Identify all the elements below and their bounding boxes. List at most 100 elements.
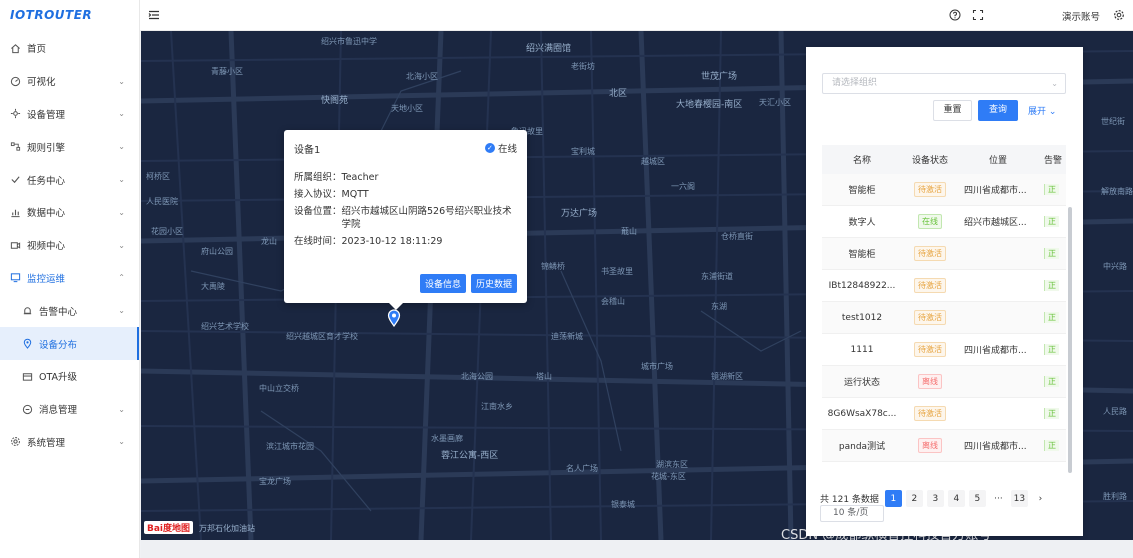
map-label: 一六阁 — [671, 182, 695, 191]
sidebar-item-alarm-center[interactable]: 告警中心 ⌄ — [0, 294, 139, 327]
map-label: 东湖 — [711, 302, 727, 311]
page-ellipsis[interactable]: ··· — [990, 490, 1007, 507]
sidebar-item-label: 消息管理 — [39, 405, 78, 417]
account-name[interactable]: 演示账号 — [1062, 9, 1100, 23]
table-scrollbar[interactable] — [1068, 207, 1072, 473]
map-label: 天汇小区 — [759, 98, 791, 107]
map-label: 迪荡新城 — [551, 332, 583, 341]
sidebar-item-label: 视频中心 — [27, 241, 66, 253]
page-number-button[interactable]: 3 — [926, 490, 944, 507]
table-row[interactable]: IBt12848922... 待激活 正 — [822, 270, 1066, 302]
device-location: 四川省成都市... — [964, 186, 1027, 196]
map-label: 江南水乡 — [481, 402, 513, 411]
table-row[interactable]: test1012 待激活 正 — [822, 302, 1066, 334]
message-icon — [22, 404, 33, 415]
alarm-badge: 正 — [1044, 216, 1059, 227]
status-cell: 离线 — [902, 438, 958, 453]
map-label: 绍兴艺术学校 — [201, 322, 249, 331]
status-badge: 待激活 — [914, 246, 946, 261]
page-size-select[interactable]: 10 条/页 — [820, 505, 884, 522]
map-label: 北海小区 — [406, 72, 438, 81]
map-label: 大地春樱园-南区 — [676, 100, 743, 110]
map-label: 中山立交桥 — [259, 384, 299, 393]
alarm-cell: 正 — [1038, 408, 1066, 419]
org-select-placeholder: 请选择组织 — [832, 78, 878, 88]
device-icon — [10, 108, 21, 119]
sidebar-item-message-management[interactable]: 消息管理 ⌄ — [0, 393, 139, 426]
status-cell: 待激活 — [902, 406, 958, 421]
alarm-cell: 正 — [1038, 280, 1066, 291]
sidebar-item-system-management[interactable]: 系统管理 ⌄ — [0, 426, 139, 459]
table-row[interactable]: 1111 待激活 四川省成都市... 正 — [822, 334, 1066, 366]
chevron-down-icon: ⌄ — [118, 306, 125, 316]
online-time-row: 在线时间： 2023-10-12 18:11:29 — [294, 235, 517, 248]
sidebar-item-data-center[interactable]: 数据中心 ⌄ — [0, 196, 139, 229]
page-number-button[interactable]: 2 — [905, 490, 923, 507]
help-icon[interactable] — [949, 9, 961, 24]
device-list-panel: 请选择组织 ⌄ 重置 查询 展开 ⌄ 名称 设备状态 位置 告警 智能柜 待激活四… — [806, 47, 1083, 536]
menu-toggle-icon[interactable] — [148, 9, 160, 21]
table-row[interactable]: 数字人 在线 绍兴市越城区... 正 — [822, 206, 1066, 238]
sidebar-item-ota-upgrade[interactable]: OTA升级 — [0, 360, 139, 393]
history-data-button[interactable]: 历史数据 — [470, 274, 517, 293]
sidebar-item-visualization[interactable]: 可视化 ⌄ — [0, 65, 139, 98]
map-label: 绍兴满圈馆 — [526, 44, 572, 54]
map-label: 湖滨东区 — [656, 460, 688, 469]
map-label: 东浦街道 — [701, 272, 733, 281]
status-badge: 离线 — [918, 374, 942, 389]
page-number-button[interactable]: 1 — [884, 490, 902, 507]
page-number-button[interactable]: 13 — [1010, 490, 1028, 507]
sidebar-item-label: 数据中心 — [27, 208, 66, 220]
fullscreen-icon[interactable] — [972, 9, 984, 24]
sidebar-item-monitoring[interactable]: 监控运维 ⌃ — [0, 262, 139, 295]
logo-text: IOTROUTER — [10, 8, 93, 22]
device-name: IBt12848922... — [828, 280, 896, 291]
sidebar-item-label: 首页 — [27, 44, 47, 56]
location-row: 设备位置： 绍兴市越城区山阴路526号绍兴职业技术学院 — [294, 205, 517, 231]
device-location: 四川省成都市... — [964, 442, 1027, 452]
device-name: 数字人 — [848, 218, 876, 228]
protocol-label: 接入协议： — [294, 189, 342, 200]
chevron-down-icon: ⌄ — [118, 437, 125, 447]
sidebar-item-rule-engine[interactable]: 规则引擎 ⌄ — [0, 130, 139, 163]
table-row[interactable]: 运行状态 离线 正 — [822, 366, 1066, 398]
gear-icon[interactable] — [1113, 9, 1125, 24]
device-marker-icon[interactable] — [387, 309, 401, 327]
table-row[interactable]: 智能柜 待激活 正 — [822, 238, 1066, 270]
status-badge: 待激活 — [914, 342, 946, 357]
status-badge: 离线 — [918, 438, 942, 453]
check-circle-icon: ✓ — [484, 143, 495, 153]
table-row[interactable]: panda测试 离线 四川省成都市... 正 — [822, 430, 1066, 462]
map-label: 北海公园 — [461, 372, 493, 381]
map-canvas[interactable]: 绍兴市鲁迅中学 绍兴满圈馆 青藤小区 北海小区 老街坊 世茂广场 快阁苑 天地小… — [141, 31, 1133, 540]
org-select[interactable]: 请选择组织 ⌄ — [822, 73, 1066, 94]
table-row[interactable]: 8G6WsaX78c... 待激活 正 — [822, 398, 1066, 430]
total-count: 共 121 条数据 — [820, 495, 879, 505]
map-label: 仓桥直街 — [721, 232, 753, 241]
reset-button[interactable]: 重置 — [933, 100, 972, 121]
sidebar-item-home[interactable]: 首页 — [0, 32, 139, 65]
table-header: 名称 设备状态 位置 告警 — [822, 145, 1066, 174]
device-info-button[interactable]: 设备信息 — [419, 274, 466, 293]
status-cell: 在线 — [902, 214, 958, 229]
org-label: 所属组织： — [294, 172, 342, 183]
device-name: 1111 — [850, 344, 874, 355]
expand-label: 展开 — [1028, 107, 1047, 117]
sidebar-item-device-management[interactable]: 设备管理 ⌄ — [0, 98, 139, 131]
map-label: 世纪街 — [1101, 117, 1125, 126]
page-list: 1 2 3 4 5 ··· 13 — [884, 490, 1032, 507]
table-row[interactable]: 智能柜 待激活 四川省成都市... 正 — [822, 174, 1066, 206]
baidu-map-logo: Bai度地图 — [144, 521, 194, 534]
next-page-button[interactable]: › — [1032, 490, 1049, 507]
page-number-button[interactable]: 5 — [968, 490, 986, 507]
sidebar-item-device-distribution[interactable]: 设备分布 — [0, 327, 139, 360]
sidebar-item-video-center[interactable]: 视频中心 ⌄ — [0, 229, 139, 262]
alarm-badge: 正 — [1044, 280, 1059, 291]
online-time-value: 2023-10-12 18:11:29 — [341, 236, 443, 247]
page-number-button[interactable]: 4 — [947, 490, 965, 507]
expand-button[interactable]: 展开 ⌄ — [1028, 104, 1056, 117]
device-name: 智能柜 — [848, 186, 876, 196]
chevron-down-icon: ⌄ — [118, 240, 125, 250]
query-button[interactable]: 查询 — [978, 100, 1018, 121]
sidebar-item-task-center[interactable]: 任务中心 ⌄ — [0, 163, 139, 196]
